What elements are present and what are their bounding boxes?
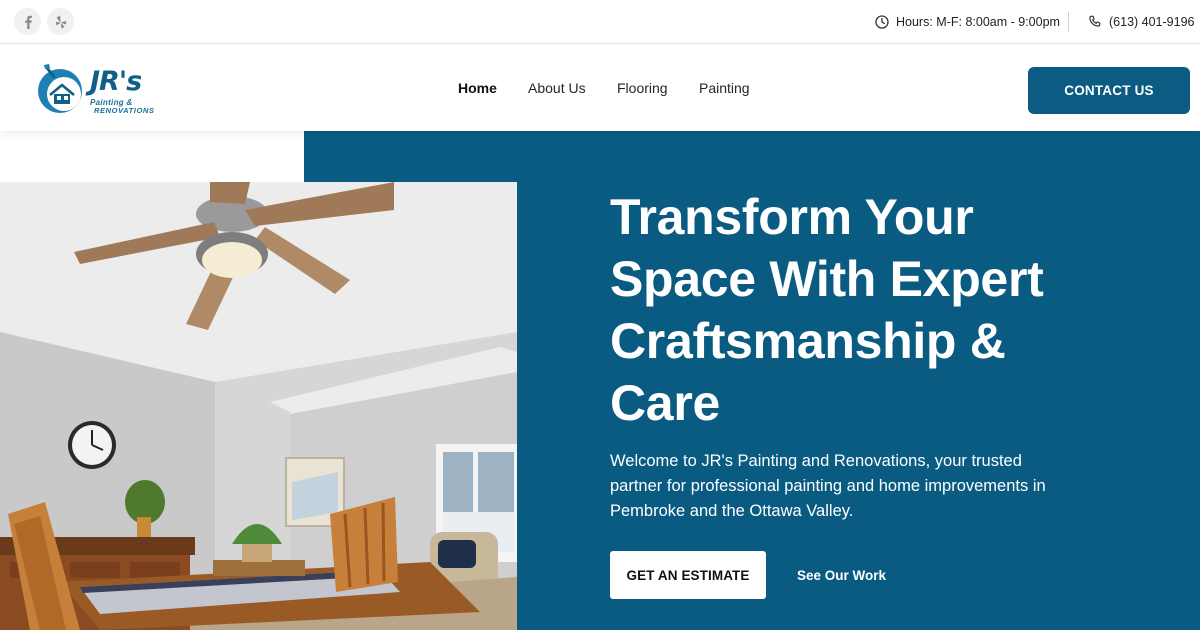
- phone-icon: [1089, 15, 1101, 27]
- nav-home[interactable]: Home: [458, 45, 497, 131]
- hero-title: Transform Your Space With Expert Craftsm…: [610, 189, 1044, 431]
- see-our-work-link[interactable]: See Our Work: [797, 551, 886, 599]
- logo-house-icon: [38, 64, 82, 113]
- logo-brand-text: JR's: [90, 66, 142, 97]
- nav-flooring[interactable]: Flooring: [617, 45, 668, 131]
- phone-link[interactable]: (613) 401-9196: [1088, 0, 1194, 44]
- logo-subtitle-2: RENOVATIONS: [94, 106, 155, 115]
- hours-text: Hours: M-F: 8:00am - 9:00pm: [896, 15, 1060, 29]
- phone-text: (613) 401-9196: [1109, 15, 1195, 29]
- divider: [1068, 12, 1069, 32]
- hero-photo: [0, 182, 517, 630]
- top-bar: Hours: M-F: 8:00am - 9:00pm (613) 401-91…: [0, 0, 1200, 44]
- contact-us-button[interactable]: CONTACT US: [1028, 67, 1190, 114]
- logo[interactable]: JR's Painting & RENOVATIONS: [34, 63, 164, 115]
- facebook-icon[interactable]: [14, 8, 41, 35]
- nav-about-us[interactable]: About Us: [528, 45, 586, 131]
- clock-icon: [875, 15, 889, 29]
- site-header: JR's Painting & RENOVATIONS Home About U…: [0, 45, 1200, 131]
- get-an-estimate-button[interactable]: GET AN ESTIMATE: [610, 551, 766, 599]
- hero-description: Welcome to JR's Painting and Renovations…: [610, 452, 1046, 520]
- business-hours: Hours: M-F: 8:00am - 9:00pm: [875, 0, 1060, 44]
- nav-painting[interactable]: Painting: [699, 45, 750, 131]
- yelp-icon[interactable]: [47, 8, 74, 35]
